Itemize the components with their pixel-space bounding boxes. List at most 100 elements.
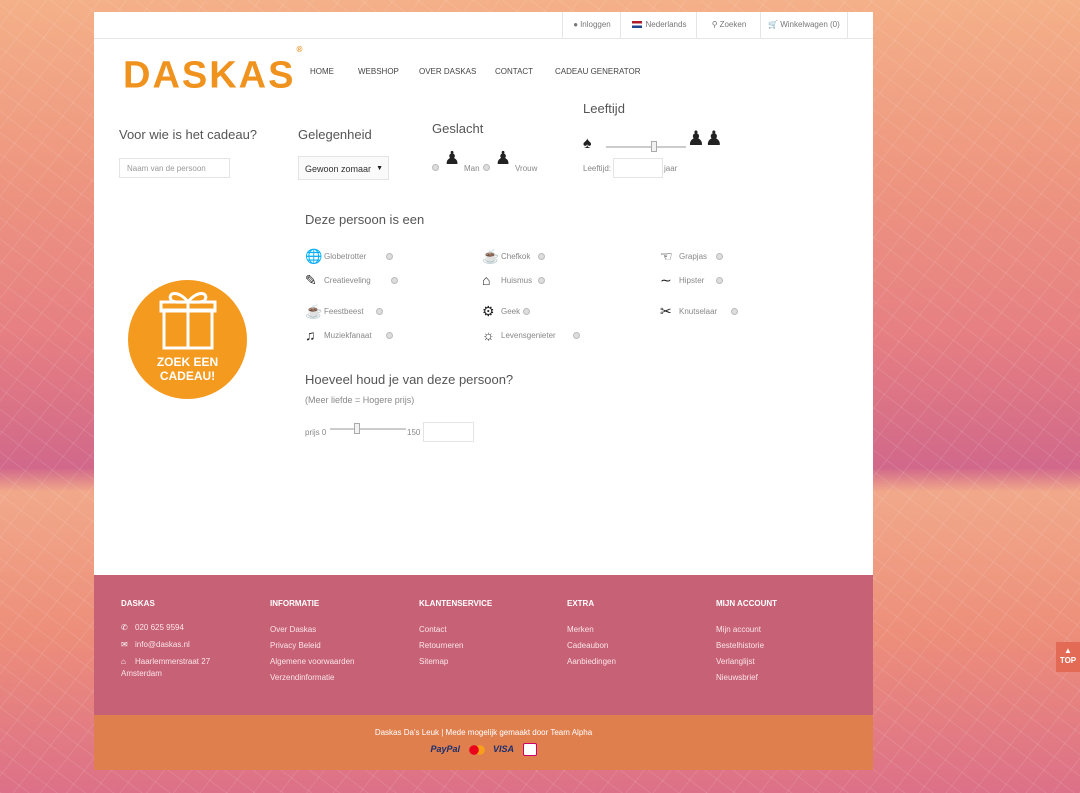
man-icon: ♟: [444, 148, 461, 168]
footer-link[interactable]: Mijn account: [716, 622, 777, 638]
persona-radio[interactable]: [376, 308, 383, 315]
price-slider-track[interactable]: [330, 428, 406, 430]
footer-link[interactable]: Verlanglijst: [716, 654, 777, 670]
paintbrush-icon: ✎: [305, 272, 317, 288]
persona-radio[interactable]: [538, 277, 545, 284]
footer: DASKAS ✆ 020 625 9594 ✉ info@daskas.nl ⌂ Ha…: [94, 575, 873, 715]
gift-icon: [159, 292, 217, 350]
footer-link[interactable]: Retourneren: [419, 638, 492, 654]
nav-webshop[interactable]: WEBSHOP: [358, 67, 399, 76]
footer-link[interactable]: Verzendinformatie: [270, 670, 355, 686]
phone-icon: ✆: [121, 623, 128, 632]
footer-link[interactable]: Cadeaubon: [567, 638, 616, 654]
back-to-top-button[interactable]: ▲ TOP: [1056, 642, 1080, 672]
search-link[interactable]: ⚲ Zoeken: [696, 12, 761, 38]
gender-woman-radio[interactable]: [483, 164, 490, 171]
registered-mark: ®: [296, 45, 305, 54]
price-slider-handle[interactable]: [353, 423, 360, 434]
budget-subheading: (Meer liefde = Hogere prijs): [305, 395, 415, 405]
payment-methods: PayPal VISA: [94, 743, 873, 756]
baby-icon: ♠: [583, 135, 592, 152]
cart-link[interactable]: 🛒 Winkelwagen (0): [760, 12, 848, 38]
price-min-label: prijs 0: [305, 428, 327, 437]
age-input[interactable]: [613, 158, 663, 178]
copyright-text: Daskas Da's Leuk | Mede mogelijk gemaakt…: [374, 728, 593, 737]
ideal-icon: [522, 743, 537, 756]
footer-heading: DASKAS: [121, 599, 155, 608]
footer-link[interactable]: Contact: [419, 622, 492, 638]
persona-radio[interactable]: [386, 332, 393, 339]
robot-icon: ⚙: [482, 303, 495, 319]
price-input[interactable]: [423, 422, 474, 442]
footer-link[interactable]: Nieuwsbrief: [716, 670, 777, 686]
login-link[interactable]: ● Inloggen: [562, 12, 621, 38]
persona-radio[interactable]: [573, 332, 580, 339]
sunbed-icon: ☼: [482, 327, 495, 343]
home-icon: ⌂: [121, 657, 126, 666]
search-icon: ⚲: [711, 20, 718, 29]
footer-heading: MIJN ACCOUNT: [716, 599, 778, 608]
age-slider-handle[interactable]: [651, 141, 657, 152]
age-label: Leeftijd:: [583, 164, 612, 173]
footer-heading: KLANTENSERVICE: [419, 599, 493, 608]
footer-link[interactable]: Aanbiedingen: [567, 654, 616, 670]
footer-link[interactable]: Merken: [567, 622, 616, 638]
logo[interactable]: DASKAS®: [123, 45, 304, 96]
gender-woman-label: Vrouw: [515, 164, 538, 173]
footer-link[interactable]: Privacy Beleid: [270, 638, 355, 654]
footer-col-klantenservice: KLANTENSERVICE Contact Retourneren Sitem…: [419, 599, 492, 670]
persona-radio[interactable]: [731, 308, 738, 315]
gender-man-radio[interactable]: [432, 164, 439, 171]
language-selector[interactable]: Nederlands: [620, 12, 697, 38]
copyright-bar: Daskas Da's Leuk | Mede mogelijk gemaakt…: [94, 715, 873, 770]
footer-col-informatie: INFORMATIE Over Daskas Privacy Beleid Al…: [270, 599, 355, 686]
footer-link[interactable]: Algemene voorwaarden: [270, 654, 355, 670]
persona-radio[interactable]: [716, 277, 723, 284]
paypal-icon: PayPal: [430, 743, 460, 754]
footer-col-mijn-account: MIJN ACCOUNT Mijn account Bestelhistorie…: [716, 599, 777, 686]
persona-radio[interactable]: [391, 277, 398, 284]
mustache-icon: ∼: [660, 272, 672, 288]
champagne-icon: ☕: [305, 303, 323, 319]
gender-man-label: Man: [464, 164, 480, 173]
budget-heading: Hoeveel houd je van deze persoon?: [305, 372, 514, 387]
nav-home[interactable]: HOME: [310, 67, 334, 76]
footer-link[interactable]: Bestelhistorie: [716, 638, 777, 654]
persona-radio[interactable]: [538, 253, 545, 260]
footer-city: Amsterdam: [121, 669, 162, 678]
chef-hat-icon: ☕: [482, 248, 500, 264]
joker-icon: ☜: [660, 248, 673, 264]
nav-contact[interactable]: CONTACT: [495, 67, 533, 76]
envelope-icon: ✉: [121, 640, 128, 649]
persona-radio[interactable]: [716, 253, 723, 260]
persona-radio[interactable]: [386, 253, 393, 260]
age-slider-track[interactable]: [606, 146, 686, 148]
cart-icon: 🛒: [768, 20, 779, 29]
footer-link[interactable]: Over Daskas: [270, 622, 355, 638]
price-max-label: 150: [407, 428, 421, 437]
music-icon: ♫: [305, 327, 316, 343]
persona-radio[interactable]: [523, 308, 530, 315]
gender-heading: Geslacht: [432, 121, 484, 136]
chevron-down-icon: ▼: [376, 165, 383, 172]
globe-icon: 🌐: [305, 248, 323, 264]
footer-address: ⌂ Haarlemmerstraat 27: [121, 657, 211, 666]
who-heading: Voor wie is het cadeau?: [119, 127, 258, 142]
footer-email[interactable]: ✉ info@daskas.nl: [121, 639, 210, 651]
footer-heading: INFORMATIE: [270, 599, 320, 608]
footer-phone[interactable]: ✆ 020 625 9594: [121, 622, 210, 634]
visa-icon: VISA: [493, 743, 515, 754]
occasion-heading: Gelegenheid: [298, 127, 372, 142]
age-unit: jaar: [664, 164, 678, 173]
footer-link[interactable]: Sitemap: [419, 654, 492, 670]
nav-over-daskas[interactable]: OVER DASKAS: [419, 67, 476, 76]
mastercard-icon: [468, 744, 485, 755]
age-heading: Leeftijd: [583, 101, 625, 116]
netherlands-flag-icon: [631, 21, 642, 29]
nav-cadeau-generator[interactable]: CADEAU GENERATOR: [555, 67, 641, 76]
woman-icon: ♟: [495, 148, 512, 168]
occasion-select[interactable]: Gewoon zomaar ▼: [298, 156, 389, 180]
name-input[interactable]: Naam van de persoon: [119, 158, 230, 178]
badge-text: ZOEK EEN CADEAU!: [156, 355, 219, 383]
find-gift-badge[interactable]: ZOEK EEN CADEAU!: [128, 280, 247, 399]
